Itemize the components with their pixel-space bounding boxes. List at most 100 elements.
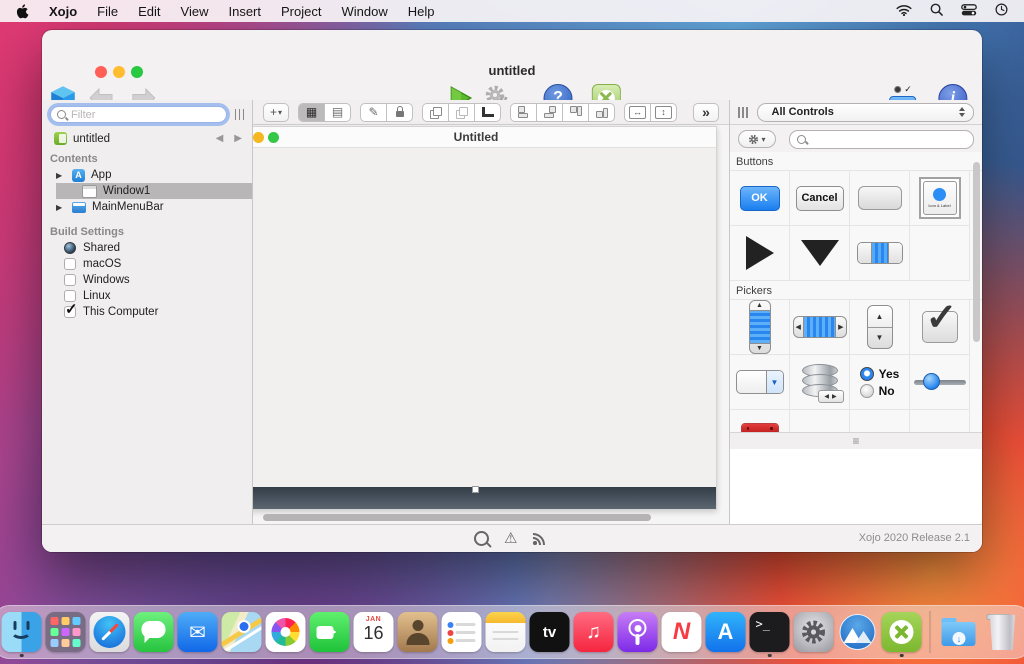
control-center-icon[interactable] [961, 3, 977, 19]
find-icon[interactable] [474, 531, 489, 546]
menu-item-edit[interactable]: Edit [128, 4, 170, 19]
control-radio-group[interactable]: Yes No [850, 355, 910, 410]
equal-height-icon[interactable]: ↕ [651, 104, 676, 121]
filter-search-field[interactable] [50, 106, 227, 123]
control-stepper[interactable]: ▲ ▼ [850, 300, 910, 355]
duplicate-icon[interactable] [423, 103, 449, 121]
library-search-field[interactable] [789, 129, 974, 149]
pencil-icon[interactable]: ✎ [361, 103, 387, 121]
align-bottom-icon[interactable] [589, 104, 614, 121]
project-row[interactable]: untitled ◀ ▶ [42, 128, 252, 148]
macos-checkbox[interactable] [64, 258, 76, 270]
library-splitter[interactable]: ≡ [730, 432, 982, 450]
dock-messages-icon[interactable] [133, 608, 175, 656]
build-target-this-computer[interactable]: ✓ This Computer [42, 301, 252, 320]
control-database[interactable]: ◀ ▶ [790, 355, 850, 410]
dock-xojo-icon[interactable] [881, 608, 923, 657]
menu-item-insert[interactable]: Insert [218, 4, 271, 19]
spotlight-search-icon[interactable] [930, 3, 943, 19]
library-scrollbar[interactable] [973, 162, 980, 342]
build-target-windows[interactable]: Windows [42, 272, 252, 288]
dock-news-icon[interactable]: N [661, 608, 703, 656]
resize-handle[interactable] [472, 486, 479, 493]
align-top-icon[interactable] [563, 103, 589, 121]
control-checkbox[interactable]: ✓ [910, 297, 970, 355]
dock-calendar-icon[interactable]: JAN 16 [353, 608, 395, 656]
control-icon-label-button[interactable]: Icon & Label [910, 171, 970, 226]
horizontal-scrollbar[interactable] [263, 514, 651, 521]
align-left-icon[interactable] [511, 103, 537, 121]
control-segmented[interactable] [850, 226, 910, 281]
feed-icon[interactable] [532, 532, 547, 546]
menu-item-view[interactable]: View [171, 4, 219, 19]
dock-reminders-icon[interactable] [441, 608, 483, 656]
control-horizontal-scrollbar[interactable]: ◀ ▶ [790, 300, 850, 355]
control-cancel-button[interactable]: Cancel [790, 171, 850, 226]
tree-item-window1[interactable]: Window1 [56, 183, 252, 199]
more-tools-button[interactable]: » [693, 102, 719, 122]
align-center-icon[interactable] [537, 103, 563, 121]
control-default-button[interactable]: OK [730, 171, 790, 226]
add-control-button[interactable]: + ▾ [263, 102, 289, 122]
build-target-macos[interactable]: macOS [42, 256, 252, 272]
library-search-input[interactable] [790, 132, 973, 149]
distribute-icon[interactable] [449, 103, 475, 121]
lock-icon[interactable] [387, 104, 412, 121]
menu-item-window[interactable]: Window [331, 4, 397, 19]
layout-view-icon[interactable]: ▦ [299, 103, 325, 121]
filter-input[interactable] [50, 106, 227, 123]
warnings-icon[interactable]: ⚠ [504, 531, 517, 546]
disclosure-triangle-icon[interactable]: ▶ [56, 171, 66, 180]
history-forward-icon[interactable]: ▶ [234, 133, 242, 144]
clock-icon[interactable] [995, 3, 1008, 19]
control-date-picker[interactable] [730, 410, 790, 434]
dock-contacts-icon[interactable] [397, 608, 439, 656]
navigator-options-icon[interactable] [234, 109, 244, 120]
dock-safari-icon[interactable] [89, 608, 131, 656]
dock-notes-icon[interactable] [485, 608, 527, 656]
control-disclosure-triangle[interactable] [730, 226, 790, 281]
menu-item-project[interactable]: Project [271, 4, 331, 19]
wifi-icon[interactable] [896, 4, 912, 19]
control-combobox[interactable]: ▼ [730, 355, 790, 410]
build-target-shared[interactable]: Shared [42, 240, 252, 256]
dock-appstore-icon[interactable]: A [705, 608, 747, 656]
dock-tv-icon[interactable]: tv [529, 608, 571, 656]
menu-item-xojo[interactable]: Xojo [39, 4, 87, 19]
menu-item-file[interactable]: File [87, 4, 128, 19]
library-settings-button[interactable]: ▾ [738, 130, 776, 148]
project-name: untitled [73, 132, 111, 145]
dock-finder-icon[interactable] [1, 608, 43, 657]
disclosure-triangle-icon[interactable]: ▶ [56, 203, 66, 212]
tree-item-mainmenubar[interactable]: ▶ MainMenuBar [42, 199, 252, 215]
dock-facetime-icon[interactable] [309, 608, 351, 656]
dock-photos-icon[interactable] [265, 608, 307, 656]
dock-music-icon[interactable]: ♫ [573, 608, 615, 656]
control-popup-arrow[interactable] [790, 226, 850, 281]
equal-width-icon[interactable]: ↔ [625, 103, 651, 121]
dock-downloads-icon[interactable]: ↓ [938, 608, 980, 656]
control-plain-button[interactable] [850, 171, 910, 226]
history-back-icon[interactable]: ◀ [216, 133, 224, 144]
dock-mountain-app-icon[interactable] [837, 608, 879, 656]
windows-checkbox[interactable] [64, 274, 76, 286]
control-slider[interactable] [910, 355, 970, 410]
editor-canvas[interactable]: Untitled [253, 125, 729, 525]
library-drag-handle-icon[interactable] [738, 106, 748, 118]
controls-filter-dropdown[interactable]: All Controls [756, 102, 974, 122]
apple-menu-icon[interactable] [16, 3, 29, 19]
dock-system-preferences-icon[interactable] [793, 608, 835, 656]
dock-trash-icon[interactable] [982, 608, 1024, 656]
dock-terminal-icon[interactable]: >_ [749, 608, 791, 657]
this-computer-checkbox[interactable]: ✓ [64, 301, 78, 318]
tree-item-app[interactable]: ▶ A App [42, 167, 252, 183]
dock-launchpad-icon[interactable] [45, 608, 87, 656]
control-vertical-scrollbar[interactable]: ▲ ▼ [730, 300, 790, 355]
dock-maps-icon[interactable] [221, 608, 263, 656]
menu-item-help[interactable]: Help [398, 4, 445, 19]
ruler-icon[interactable] [475, 104, 500, 121]
design-window[interactable]: Untitled [253, 126, 717, 510]
dock-mail-icon[interactable]: ✉ [177, 608, 219, 656]
code-view-icon[interactable]: ▤ [325, 104, 350, 121]
dock-podcasts-icon[interactable] [617, 608, 659, 656]
